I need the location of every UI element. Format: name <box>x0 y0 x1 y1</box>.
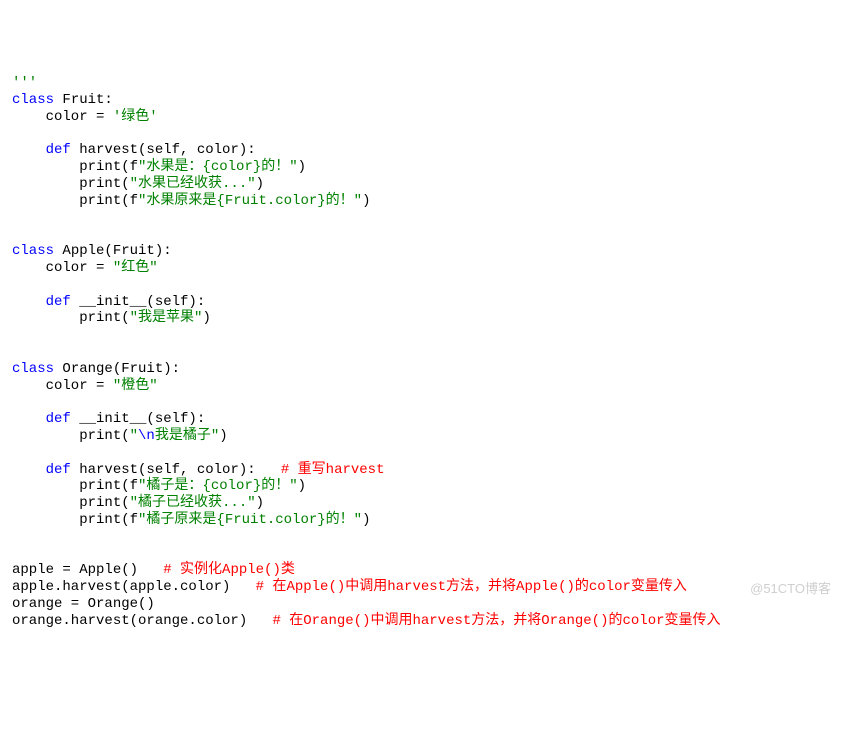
string-literal: 我是橘子" <box>155 428 219 444</box>
escape-sequence: \n <box>138 428 155 444</box>
code-text: ) <box>219 428 227 444</box>
code-block: ''' class Fruit: color = '绿色' def harves… <box>12 75 831 629</box>
method-name: __init__(self): <box>71 294 205 310</box>
code-text: print( <box>12 310 130 326</box>
code-text: ) <box>256 176 264 192</box>
code-text: color = <box>12 378 113 394</box>
code-text: ) <box>298 159 306 175</box>
string-literal: "红色" <box>113 260 158 276</box>
method-name: harvest(self, color): <box>71 462 281 478</box>
code-text: print( <box>12 495 130 511</box>
method-name: __init__(self): <box>71 411 205 427</box>
string-literal: "橘子原来是{Fruit.color}的！" <box>138 512 362 528</box>
code-text: ) <box>362 193 370 209</box>
code-text: print(f <box>12 478 138 494</box>
string-literal: '绿色' <box>113 109 158 125</box>
code-text: print( <box>12 176 130 192</box>
code-text: apple = Apple() <box>12 562 163 578</box>
string-literal: "橘子是：{color}的！" <box>138 478 298 494</box>
code-text: ) <box>362 512 370 528</box>
method-name: harvest(self, color): <box>71 142 256 158</box>
string-literal: "橙色" <box>113 378 158 394</box>
code-text: ) <box>256 495 264 511</box>
code-text: color = <box>12 109 113 125</box>
code-text: color = <box>12 260 113 276</box>
keyword-def: def <box>12 294 71 310</box>
keyword-def: def <box>12 462 71 478</box>
string-literal: "水果是：{color}的！" <box>138 159 298 175</box>
code-text: print(f <box>12 193 138 209</box>
class-name: Fruit: <box>54 92 113 108</box>
comment: # 在Apple()中调用harvest方法，并将Apple()的color变量… <box>256 579 687 595</box>
keyword-def: def <box>12 411 71 427</box>
keyword-class: class <box>12 92 54 108</box>
string-literal: "我是苹果" <box>130 310 203 326</box>
comment: # 重写harvest <box>281 462 385 478</box>
string-literal: "水果原来是{Fruit.color}的！" <box>138 193 362 209</box>
code-text: ) <box>298 478 306 494</box>
class-name: Apple(Fruit): <box>54 243 172 259</box>
keyword-class: class <box>12 361 54 377</box>
code-text: apple.harvest(apple.color) <box>12 579 256 595</box>
code-text: print(f <box>12 159 138 175</box>
string-literal: " <box>130 428 138 444</box>
watermark: @51CTO博客 <box>750 581 831 597</box>
code-text: ''' <box>12 75 37 91</box>
code-text: print( <box>12 428 130 444</box>
keyword-class: class <box>12 243 54 259</box>
class-name: Orange(Fruit): <box>54 361 180 377</box>
code-text: orange = Orange() <box>12 596 155 612</box>
comment: # 在Orange()中调用harvest方法，并将Orange()的color… <box>272 613 720 629</box>
string-literal: "水果已经收获..." <box>130 176 256 192</box>
comment: # 实例化Apple()类 <box>163 562 295 578</box>
code-text: ) <box>202 310 210 326</box>
string-literal: "橘子已经收获..." <box>130 495 256 511</box>
code-text: orange.harvest(orange.color) <box>12 613 272 629</box>
code-text: print(f <box>12 512 138 528</box>
keyword-def: def <box>12 142 71 158</box>
